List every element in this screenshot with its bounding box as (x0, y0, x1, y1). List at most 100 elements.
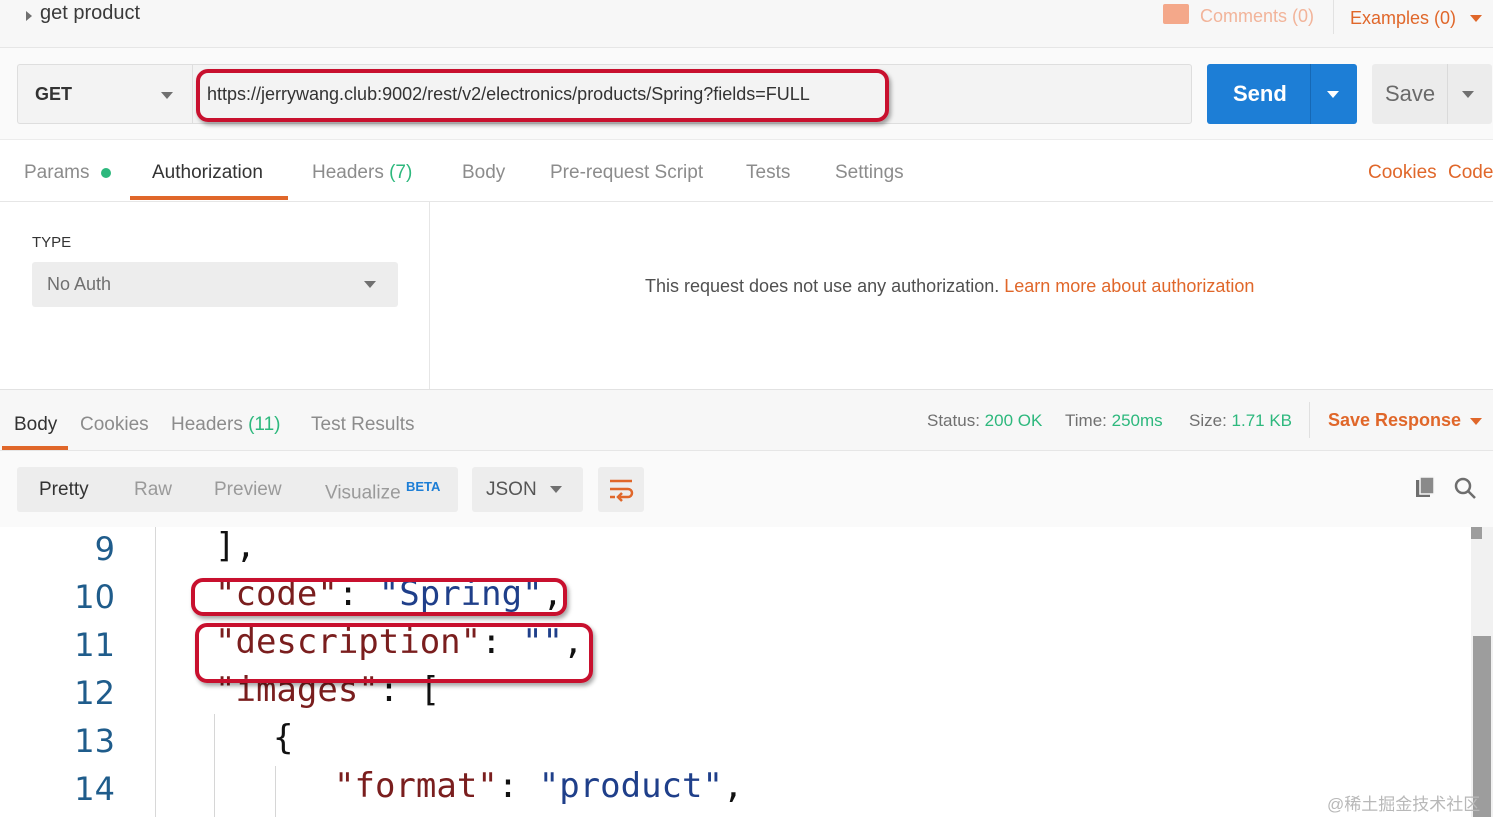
tab-headers-label: Headers (312, 162, 384, 183)
auth-type-select[interactable]: No Auth (32, 262, 398, 307)
code-link[interactable]: Code (1448, 162, 1493, 184)
comments-link[interactable]: Comments (0) (1200, 6, 1314, 27)
code-token: { (273, 718, 294, 758)
tab-body-label: Body (462, 162, 506, 183)
request-header: get product Comments (0) Examples (0) (0, 0, 1493, 48)
line-number: 9 (94, 530, 115, 568)
tab-body[interactable]: Body (462, 162, 505, 184)
cookies-link[interactable]: Cookies (1368, 162, 1437, 184)
view-raw-button[interactable]: Raw (134, 479, 172, 501)
tab-authorization[interactable]: Authorization (152, 162, 263, 184)
tab-settings[interactable]: Settings (835, 162, 904, 184)
line-number: 12 (74, 674, 115, 712)
wrap-lines-button[interactable] (598, 467, 644, 512)
response-tab-headers[interactable]: Headers (11) (171, 414, 281, 436)
indent-guide (214, 714, 215, 817)
tab-tests[interactable]: Tests (746, 162, 790, 184)
send-label: Send (1233, 81, 1287, 106)
size-info: Size: 1.71 KB (1189, 411, 1292, 431)
status-info: Status: 200 OK (927, 411, 1042, 431)
response-tab-body[interactable]: Body (14, 414, 57, 436)
method-value: GET (35, 84, 73, 104)
send-options-chevron-down-icon[interactable] (1327, 91, 1339, 98)
active-tab-underline (130, 196, 288, 200)
status-value: 200 OK (984, 411, 1043, 430)
search-icon[interactable] (1453, 476, 1477, 500)
auth-message-text: This request does not use any authorizat… (645, 276, 1000, 296)
size-label: Size: (1189, 411, 1227, 430)
params-status-dot-icon (100, 167, 111, 178)
watermark: @稀土掘金技术社区 (1327, 795, 1481, 814)
beta-badge: BETA (405, 479, 441, 494)
tab-settings-label: Settings (835, 162, 904, 183)
response-tab-test-results-label: Test Results (311, 414, 415, 435)
response-tab-body-label: Body (14, 414, 58, 435)
size-value: 1.71 KB (1231, 411, 1293, 430)
url-highlight-annotation (196, 69, 889, 122)
wrap-lines-icon (610, 479, 634, 502)
request-name[interactable]: get product (40, 2, 140, 25)
view-preview-button[interactable]: Preview (214, 479, 282, 501)
view-visualize-button[interactable]: Visualize BETA (325, 479, 440, 504)
view-pretty-button[interactable]: Pretty (39, 479, 89, 501)
comment-icon[interactable] (1163, 4, 1189, 24)
format-value: JSON (486, 479, 537, 500)
method-select[interactable]: GET (17, 64, 192, 124)
request-bar: GET https://jerrywang.club:9002/rest/v2/… (0, 48, 1493, 140)
code-line: ], (215, 526, 256, 566)
response-tab-cookies[interactable]: Cookies (80, 414, 149, 436)
status-label: Status: (927, 411, 980, 430)
save-response-dropdown[interactable]: Save Response (1328, 410, 1461, 431)
divider (1309, 402, 1310, 438)
gutter-divider (155, 527, 156, 817)
line-number: 14 (74, 770, 115, 808)
save-response-chevron-down-icon[interactable] (1470, 418, 1482, 425)
tab-headers-count: (7) (389, 162, 413, 183)
scrollbar-up-arrow-icon[interactable] (1471, 527, 1482, 539)
code-link-label: Code (1448, 162, 1493, 183)
save-label: Save (1385, 81, 1436, 106)
code-line: "format": "product", (334, 766, 744, 806)
expand-caret-icon[interactable] (26, 11, 32, 21)
tab-headers[interactable]: Headers (7) (312, 162, 412, 184)
response-tab-headers-count: (11) (248, 414, 281, 435)
response-tab-test-results[interactable]: Test Results (311, 414, 414, 436)
tab-tests-label: Tests (746, 162, 791, 183)
examples-chevron-down-icon[interactable] (1470, 15, 1482, 22)
tab-prerequest-script[interactable]: Pre-request Script (550, 162, 703, 184)
indent-guide (275, 766, 276, 817)
learn-more-link[interactable]: Learn more about authorization (1004, 276, 1254, 296)
auth-type-value: No Auth (47, 274, 112, 294)
code-token: ], (215, 526, 256, 566)
auth-type-section: TYPE No Auth (0, 201, 430, 389)
time-label: Time: (1065, 411, 1107, 430)
response-active-tab-underline (2, 446, 68, 450)
line-number: 13 (74, 722, 115, 760)
line-number: 11 (74, 626, 115, 664)
format-chevron-down-icon (550, 486, 562, 493)
response-tab-headers-label: Headers (171, 414, 243, 435)
tab-authorization-label: Authorization (152, 162, 263, 183)
divider (1333, 0, 1334, 34)
description-highlight-annotation (195, 623, 593, 683)
save-options-chevron-down-icon[interactable] (1462, 91, 1474, 98)
json-value: "product" (538, 766, 723, 806)
format-select[interactable]: JSON (472, 467, 583, 512)
send-button[interactable]: Send (1207, 64, 1357, 124)
json-key: "format" (334, 766, 498, 806)
save-button[interactable]: Save (1372, 64, 1492, 124)
visualize-label: Visualize (325, 482, 401, 504)
auth-message: This request does not use any authorizat… (645, 276, 1254, 297)
examples-dropdown[interactable]: Examples (0) (1350, 8, 1456, 29)
line-number: 10 (74, 578, 115, 616)
tab-params-label: Params (24, 162, 90, 183)
response-tab-cookies-label: Cookies (80, 414, 149, 435)
time-info: Time: 250ms (1065, 411, 1163, 431)
view-mode-group: Pretty Raw Preview Visualize BETA (17, 467, 458, 512)
code-highlight-annotation (191, 578, 567, 616)
time-value: 250ms (1111, 411, 1163, 430)
tab-params[interactable]: Params (24, 162, 111, 184)
divider (1310, 64, 1311, 124)
copy-icon[interactable] (1414, 475, 1438, 499)
tab-prerequest-label: Pre-request Script (550, 162, 704, 183)
